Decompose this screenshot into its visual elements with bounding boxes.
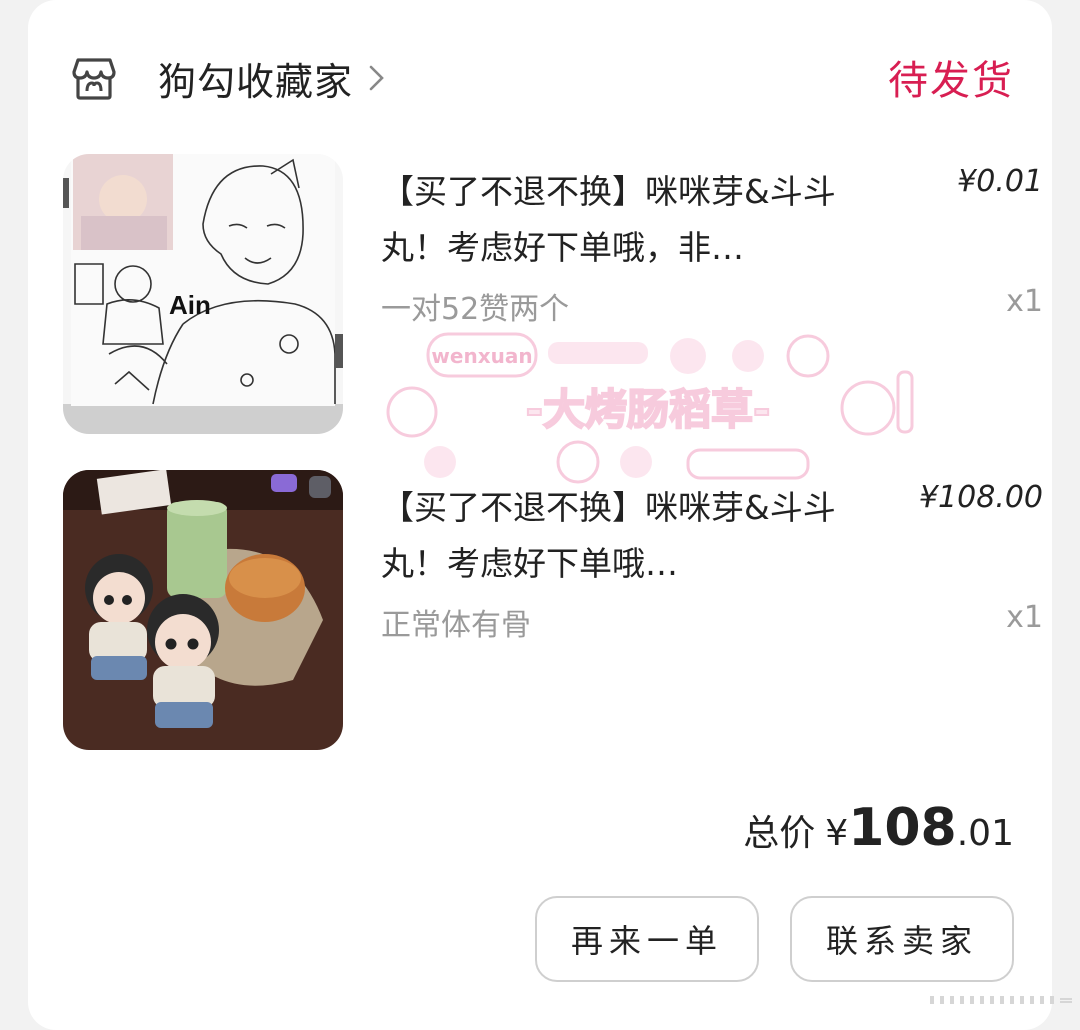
- product-price: ¥108.00: [918, 480, 1043, 515]
- product-thumbnail[interactable]: Ain: [63, 154, 343, 434]
- order-total: 总价 ¥108.01: [743, 798, 1014, 858]
- total-integer: 108: [848, 798, 957, 858]
- total-label: 总价: [743, 813, 816, 854]
- shop-row[interactable]: 狗勾收藏家: [68, 48, 387, 108]
- order-item[interactable]: 【买了不退不换】咪咪芽&斗斗丸！考虑好下单哦… ¥108.00 正常体有骨 x1: [63, 470, 1043, 750]
- product-spec: 一对52赞两个: [381, 292, 570, 327]
- product-thumbnail[interactable]: [63, 470, 343, 750]
- thumb-caption: Ain: [169, 290, 211, 320]
- product-quantity: x1: [1006, 284, 1043, 319]
- order-item[interactable]: Ain 【买了不退不换】咪咪芽&斗斗丸！考虑好下单哦，非… ¥0.01 一对52…: [63, 154, 1043, 434]
- order-status: 待发货: [888, 58, 1014, 104]
- product-spec: 正常体有骨: [381, 608, 531, 643]
- product-quantity: x1: [1006, 600, 1043, 635]
- home-indicator[interactable]: [930, 994, 1075, 1006]
- product-price: ¥0.01: [957, 164, 1043, 199]
- shop-icon: [72, 58, 116, 100]
- product-title[interactable]: 【买了不退不换】咪咪芽&斗斗丸！考虑好下单哦…: [381, 480, 881, 592]
- total-decimal: .01: [956, 813, 1014, 854]
- product-title[interactable]: 【买了不退不换】咪咪芽&斗斗丸！考虑好下单哦，非…: [381, 164, 881, 276]
- order-card: 狗勾收藏家 待发货 Ain 【买了不退不换】咪咪芽&斗斗丸！考虑好下单哦，非… …: [28, 0, 1052, 1030]
- contact-seller-button[interactable]: 联系卖家: [790, 896, 1014, 982]
- shop-name[interactable]: 狗勾收藏家: [158, 51, 353, 106]
- chevron-right-icon: [369, 65, 384, 91]
- rebuy-button[interactable]: 再来一单: [535, 896, 759, 982]
- total-currency: ¥: [825, 813, 849, 854]
